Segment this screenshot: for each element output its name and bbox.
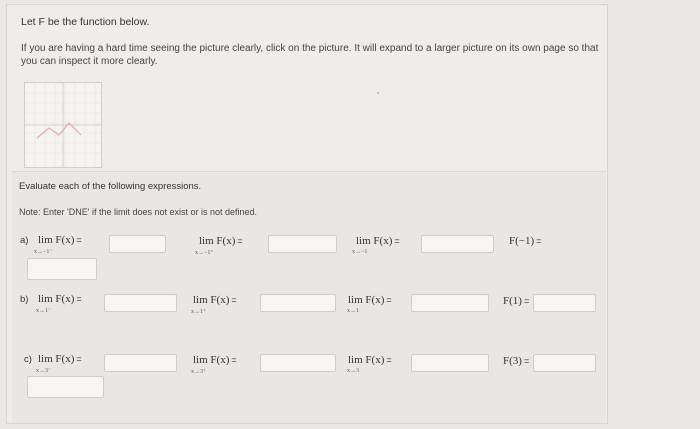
b-right-limit-label: lim F(x) = [193,294,237,306]
equals-sign: = [394,236,400,246]
fx-text: F(3) [503,355,522,367]
answer-a-extra-field[interactable] [27,258,97,280]
fx-text: F(x) [365,294,385,306]
equals-sign: = [76,235,82,245]
answer-c-extra-field[interactable] [27,376,104,398]
fx-text: F(x) [216,235,236,247]
equals-sign: = [536,236,542,246]
answer-c-right-limit[interactable] [260,354,336,372]
answer-b-right-limit[interactable] [260,294,336,312]
equals-sign: = [523,356,530,366]
answer-a-left-limit[interactable] [109,235,166,253]
equals-sign: = [231,295,237,305]
lim-text: lim [193,354,208,366]
a-right-limit-label: lim F(x) = [199,235,243,247]
lim-text: lim [38,234,53,246]
part-a-label: a) [20,235,29,246]
lim-text: lim [38,353,53,365]
equals-sign: = [386,295,392,305]
function-graph-thumbnail[interactable] [24,82,102,168]
part-c-label: c) [24,354,32,365]
intro-text: Let F be the function below. [21,16,150,28]
answer-a-right-limit[interactable] [268,235,337,253]
answer-b-value[interactable] [533,294,596,312]
equals-sign: = [76,294,82,304]
equals-sign: = [386,355,392,365]
b-left-limit-label: lim F(x) = [38,293,82,305]
fx-text: F(x) [55,234,75,246]
fx-text: F(1) [503,295,522,307]
fx-text: F(x) [55,353,75,365]
c-left-limit-label: lim F(x) = [38,353,82,365]
evaluate-instructions: Evaluate each of the following expressio… [19,181,202,192]
lim-text: lim [356,235,371,247]
hint-text: If you are having a hard time seeing the… [21,43,599,67]
a-limit-label: lim F(x) = [356,235,400,247]
equals-sign: = [237,236,243,246]
dne-note: Note: Enter 'DNE' if the limit does not … [19,207,258,217]
c-limit-sub: x→3 [347,368,359,374]
answer-a-limit[interactable] [421,235,494,253]
fx-text: F(x) [365,354,385,366]
c-limit-label: lim F(x) = [348,354,392,366]
lim-text: lim [193,294,208,306]
a-left-limit-sub: x→−1⁻ [34,249,53,255]
c-right-limit-label: lim F(x) = [193,354,237,366]
b-right-limit-sub: x→1⁺ [191,309,207,315]
answer-c-value[interactable] [533,354,596,372]
lim-text: lim [348,354,363,366]
fx-text: F(x) [373,235,393,247]
a-left-limit-label: lim F(x) = [38,234,82,246]
answer-c-limit[interactable] [411,354,489,372]
a-value-label: F(−1) = [509,235,541,247]
c-left-limit-sub: x→3⁻ [36,368,52,374]
answer-b-limit[interactable] [411,294,489,312]
graph-image [25,83,101,167]
equals-sign: = [76,354,82,364]
a-limit-sub: x→−1 [352,249,368,255]
b-limit-label: lim F(x) = [348,294,392,306]
fx-text: F(−1) [509,235,535,247]
fx-text: F(x) [210,294,230,306]
answer-c-left-limit[interactable] [104,354,177,372]
stray-dot [377,92,379,94]
c-value-label: F(3) = [503,355,529,367]
fx-text: F(x) [210,354,230,366]
lim-text: lim [348,294,363,306]
part-b-label: b) [20,294,29,305]
fx-text: F(x) [55,293,75,305]
b-left-limit-sub: x→1⁻ [36,308,52,314]
answer-b-left-limit[interactable] [104,294,177,312]
lim-text: lim [38,293,53,305]
b-limit-sub: x→1 [347,308,359,314]
equals-sign: = [231,355,237,365]
c-right-limit-sub: x→3⁺ [191,369,207,375]
a-right-limit-sub: x→−1⁺ [195,250,214,256]
equals-sign: = [523,296,530,306]
b-value-label: F(1) = [503,295,529,307]
lim-text: lim [199,235,214,247]
